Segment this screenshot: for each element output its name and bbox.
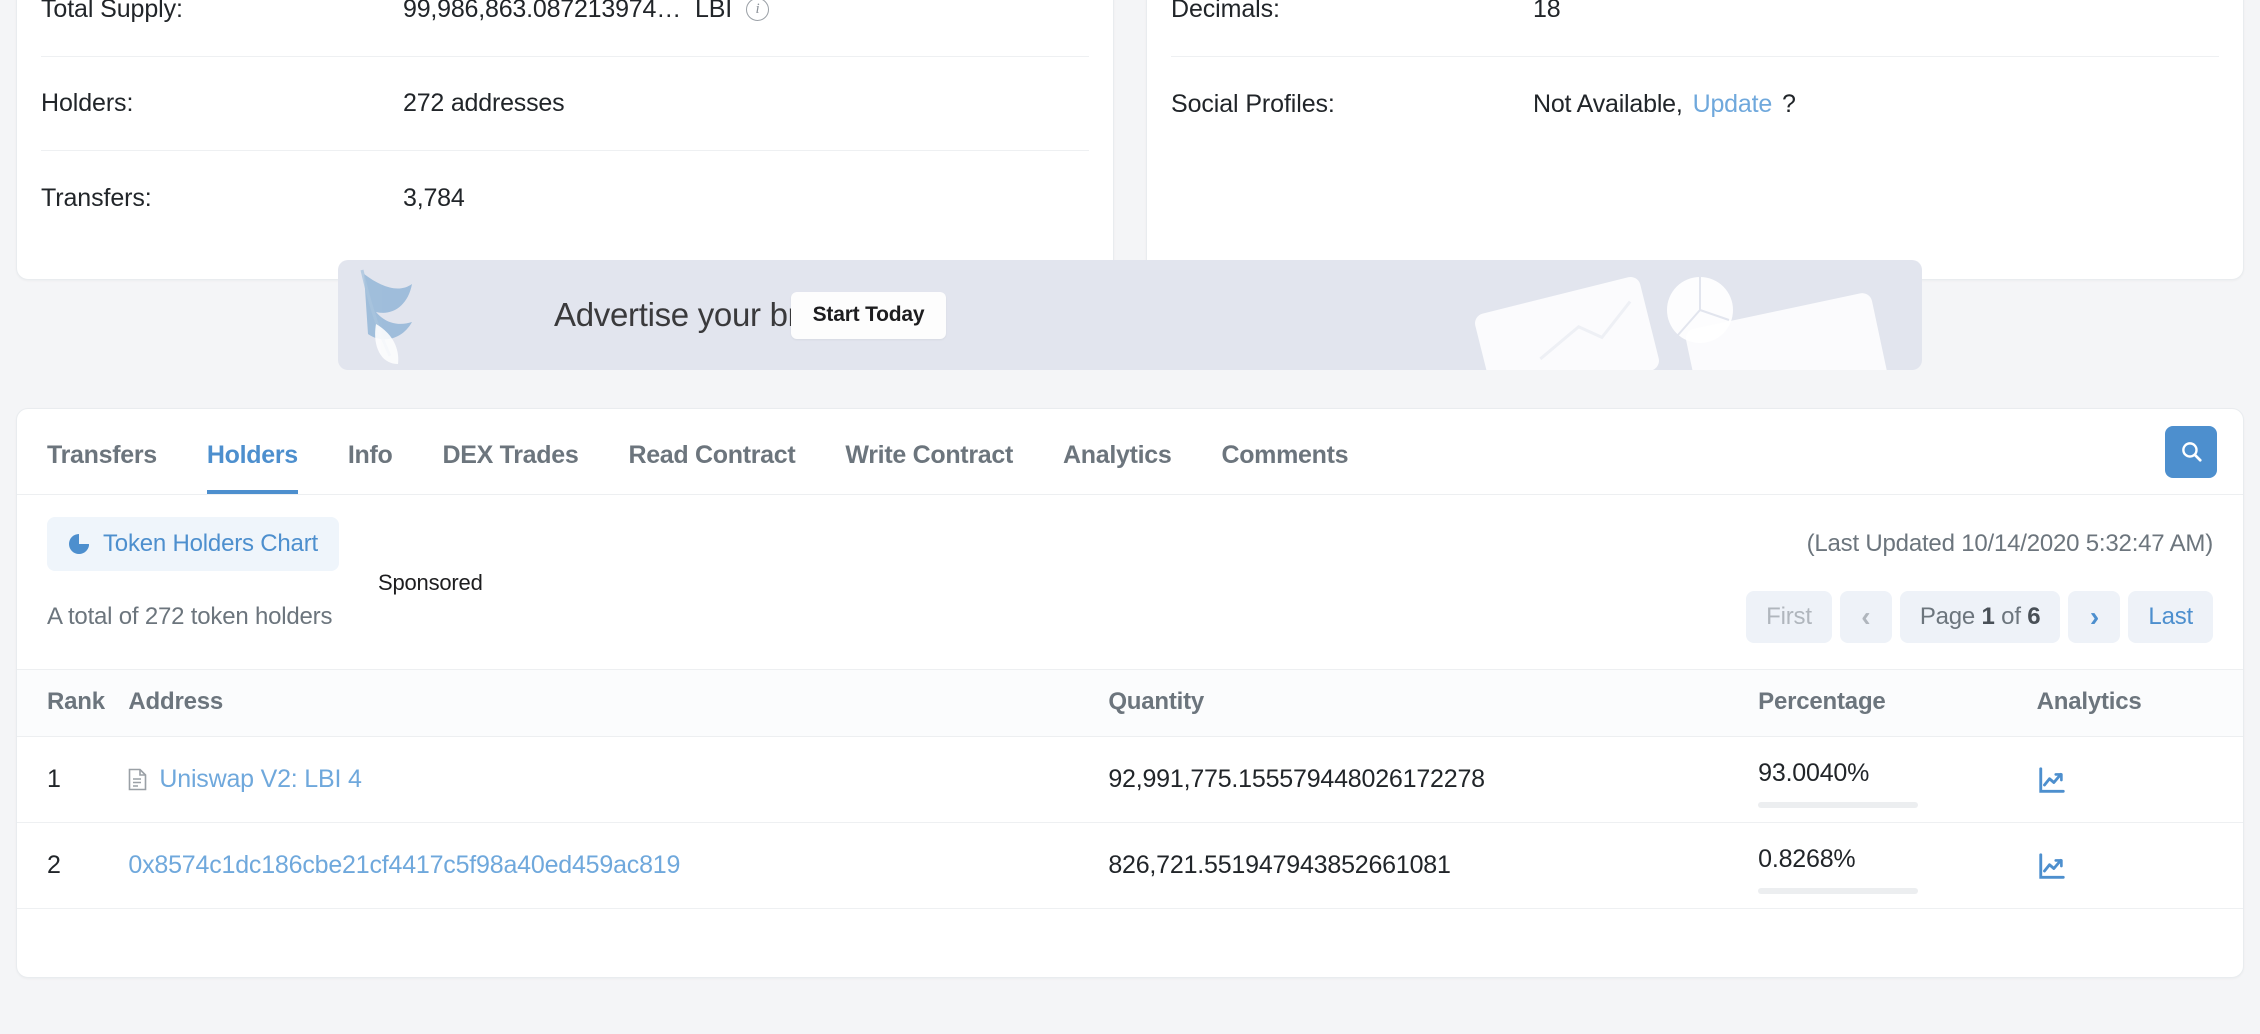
page-of-word: of (2001, 603, 2021, 630)
counts-bar: A total of 272 token holders First ‹ Pag… (17, 571, 2243, 643)
info-row-decimals: Decimals: 18 (1171, 0, 2219, 57)
table-header-row: Rank Address Quantity Percentage Analyti… (17, 669, 2243, 737)
column-header-percentage: Percentage (1758, 669, 2037, 737)
tab-analytics[interactable]: Analytics (1038, 441, 1196, 494)
cell-quantity: 826,721.551947943852661081 (1108, 822, 1759, 909)
pagination-first-button[interactable]: First (1746, 591, 1832, 643)
info-row-holders: Holders: 272 addresses (41, 57, 1089, 151)
info-row-social-profiles: Social Profiles: Not Available, Update ? (1171, 57, 2219, 151)
total-supply-value: 99,986,863.087213974… LBI i (403, 0, 769, 24)
banner-decoration (1475, 276, 1889, 370)
tab-comments[interactable]: Comments (1196, 441, 1373, 494)
address-link[interactable]: Uniswap V2: LBI 4 (159, 765, 361, 794)
transfers-label: Transfers: (41, 183, 152, 212)
cell-percentage: 93.0040% (1758, 736, 2037, 823)
info-icon[interactable]: i (745, 0, 769, 21)
percentage-value: 93.0040% (1758, 759, 1870, 787)
tab-dex-trades[interactable]: DEX Trades (417, 441, 603, 494)
token-holders-chart-button[interactable]: Token Holders Chart (47, 517, 339, 571)
column-header-rank: Rank (17, 669, 129, 737)
holders-panel: Transfers Holders Info DEX Trades Read C… (16, 408, 2244, 978)
holders-table: Rank Address Quantity Percentage Analyti… (17, 669, 2243, 909)
last-updated-text: (Last Updated 10/14/2020 5:32:47 AM) (1806, 530, 2214, 557)
cell-address: Uniswap V2: LBI 4 (128, 736, 1109, 823)
transfers-value: 3,784 (403, 183, 465, 212)
holders-value: 272 addresses (403, 89, 565, 117)
social-profiles-label: Social Profiles: (1171, 89, 1335, 118)
cell-rank: 2 (17, 822, 129, 909)
cell-analytics (2036, 736, 2243, 823)
pagination-last-button[interactable]: Last (2128, 591, 2213, 643)
page-total: 6 (2027, 603, 2041, 630)
pagination-next-button[interactable]: › (2068, 591, 2121, 643)
total-supply-symbol: LBI (695, 0, 732, 23)
pagination-page-label: Page 1 of 6 (1899, 591, 2061, 643)
cell-quantity: 92,991,775.155579448026172278 (1108, 736, 1759, 823)
token-holders-chart-label: Token Holders Chart (103, 530, 318, 557)
cell-analytics (2036, 822, 2243, 909)
social-profiles-status: Not Available, (1533, 89, 1683, 118)
decimals-label: Decimals: (1171, 0, 1280, 23)
cell-address: 0x8574c1dc186cbe21cf4417c5f98a40ed459ac8… (128, 822, 1109, 909)
tab-write-contract[interactable]: Write Contract (820, 441, 1038, 494)
total-holders-text: A total of 272 token holders (47, 603, 333, 630)
pagination-prev-button[interactable]: ‹ (1839, 591, 1892, 643)
tabs-bar: Transfers Holders Info DEX Trades Read C… (17, 409, 2243, 495)
sponsored-label: Sponsored (364, 567, 497, 601)
column-header-analytics: Analytics (2036, 669, 2243, 737)
search-icon (2181, 442, 2202, 462)
tab-info[interactable]: Info (323, 441, 418, 494)
decimals-value: 18 (1533, 0, 1561, 23)
total-supply-label: Total Supply: (41, 0, 183, 23)
token-info-card-right: Decimals: 18 Social Profiles: Not Availa… (1146, 0, 2244, 280)
sponsored-banner[interactable]: Advertise your brand here! Start Today (338, 260, 1922, 370)
address-link[interactable]: 0x8574c1dc186cbe21cf4417c5f98a40ed459ac8… (128, 851, 680, 880)
tab-transfers[interactable]: Transfers (47, 441, 182, 494)
tab-read-contract[interactable]: Read Contract (603, 441, 820, 494)
social-profiles-suffix: ? (1782, 89, 1796, 118)
tab-holders[interactable]: Holders (182, 441, 323, 494)
feather-logo-icon (360, 269, 412, 364)
pie-chart-icon (69, 534, 89, 554)
token-info-card-left: Total Supply: 99,986,863.087213974… LBI … (16, 0, 1114, 280)
info-row-transfers: Transfers: 3,784 (41, 151, 1089, 245)
holders-label: Holders: (41, 89, 134, 117)
table-body: 1 Uniswap V2: LBI 4 92,991,775.155579448… (17, 736, 2243, 909)
table-row: 1 Uniswap V2: LBI 4 92,991,775.155579448… (17, 736, 2243, 823)
social-profiles-update-link[interactable]: Update (1693, 90, 1773, 119)
page-word: Page (1919, 603, 1976, 630)
info-row-total-supply: Total Supply: 99,986,863.087213974… LBI … (41, 0, 1089, 57)
cell-rank: 1 (17, 736, 129, 823)
column-header-quantity: Quantity (1108, 669, 1759, 737)
percentage-progress-bar (1758, 802, 1919, 808)
total-supply-amount: 99,986,863.087213974… (403, 0, 682, 23)
table-row: 2 0x8574c1dc186cbe21cf4417c5f98a40ed459a… (17, 822, 2243, 909)
analytics-chart-icon[interactable] (2037, 765, 2067, 795)
holders-toolbar: Token Holders Chart (Last Updated 10/14/… (17, 495, 2243, 571)
sponsored-banner-wrapper: Sponsored Advertise your brand here! Sta… (0, 260, 2260, 601)
column-header-address: Address (128, 669, 1109, 737)
token-info-cards: Total Supply: 99,986,863.087213974… LBI … (0, 0, 2260, 280)
chevron-left-icon: ‹ (1861, 601, 1871, 632)
table-header: Rank Address Quantity Percentage Analyti… (17, 669, 2243, 737)
chevron-right-icon: › (2089, 601, 2099, 632)
percentage-progress-bar (1758, 888, 1919, 894)
cell-percentage: 0.8268% (1758, 822, 2037, 909)
tab-list: Transfers Holders Info DEX Trades Read C… (47, 409, 1373, 494)
start-today-button[interactable]: Start Today (791, 291, 946, 339)
percentage-value: 0.8268% (1758, 845, 1856, 873)
social-profiles-value: Not Available, Update ? (1533, 90, 1796, 119)
pagination: First ‹ Page 1 of 6 › Last (1746, 591, 2213, 643)
analytics-chart-icon[interactable] (2037, 851, 2067, 881)
contract-document-icon (129, 768, 147, 791)
page-current: 1 (1981, 603, 1995, 630)
search-button[interactable] (2165, 425, 2217, 478)
